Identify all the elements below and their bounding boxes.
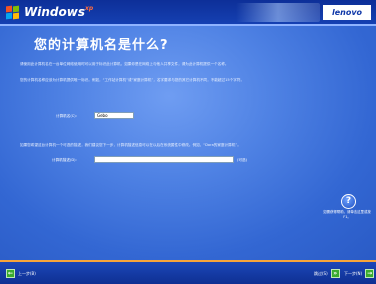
skip-button[interactable]: 跳过(S) » xyxy=(314,269,340,278)
header-bar: Windowsxp lenovo xyxy=(0,0,376,26)
name-hint-paragraph: 您的计算机名称应该为计算机提供唯一标识。例如，“工作站计算机”或“家庭计算机”，… xyxy=(20,78,245,82)
lenovo-logo: lenovo xyxy=(323,5,371,20)
logo-xp: xp xyxy=(84,5,94,12)
skip-label: 跳过(S) xyxy=(314,270,328,276)
back-arrow-icon: ← xyxy=(6,269,15,278)
computer-name-label: 计算机名(C): xyxy=(56,114,77,118)
computer-name-field[interactable]: Gebo xyxy=(94,112,134,119)
footer-bar: ← 上一步(B) 跳过(S) » 下一步(N) → xyxy=(0,260,376,284)
description-paragraph: 如果您希望这台计算机一个可选的描述，我们建议您下一步，计算机描述信息可以在以后在… xyxy=(20,143,241,147)
optional-label: (可选) xyxy=(237,158,247,162)
logo-text: Windows xyxy=(24,5,85,19)
back-button[interactable]: ← 上一步(B) xyxy=(6,269,36,278)
next-button[interactable]: 下一步(N) → xyxy=(344,269,375,278)
page-title: 您的计算机名是什么? xyxy=(34,38,169,53)
next-arrow-icon: → xyxy=(365,269,375,278)
main-panel: 您的计算机名是什么? 请使用此计算机名在一台单位网络使用时可以用于标识此计算机。… xyxy=(0,26,376,260)
intro-paragraph: 请使用此计算机名在一台单位网络使用时可以用于标识此计算机。如果你是在网络上与他人… xyxy=(20,62,229,66)
setup-window: Windowsxp lenovo 您的计算机名是什么? 请使用此计算机名在一台单… xyxy=(0,0,376,284)
computer-description-field[interactable] xyxy=(94,156,234,163)
windows-flag-icon xyxy=(6,5,20,20)
help-text[interactable]: 如需获得帮助，请单击这里或按 F1。 xyxy=(322,210,372,220)
help-icon[interactable]: ? xyxy=(341,194,356,209)
header-decoration xyxy=(236,3,320,22)
next-label: 下一步(N) xyxy=(344,270,363,276)
windows-logo: Windowsxp xyxy=(24,5,93,19)
skip-arrow-icon: » xyxy=(330,269,340,278)
back-label: 上一步(B) xyxy=(18,270,36,276)
computer-description-label: 计算机描述(D): xyxy=(52,158,77,162)
